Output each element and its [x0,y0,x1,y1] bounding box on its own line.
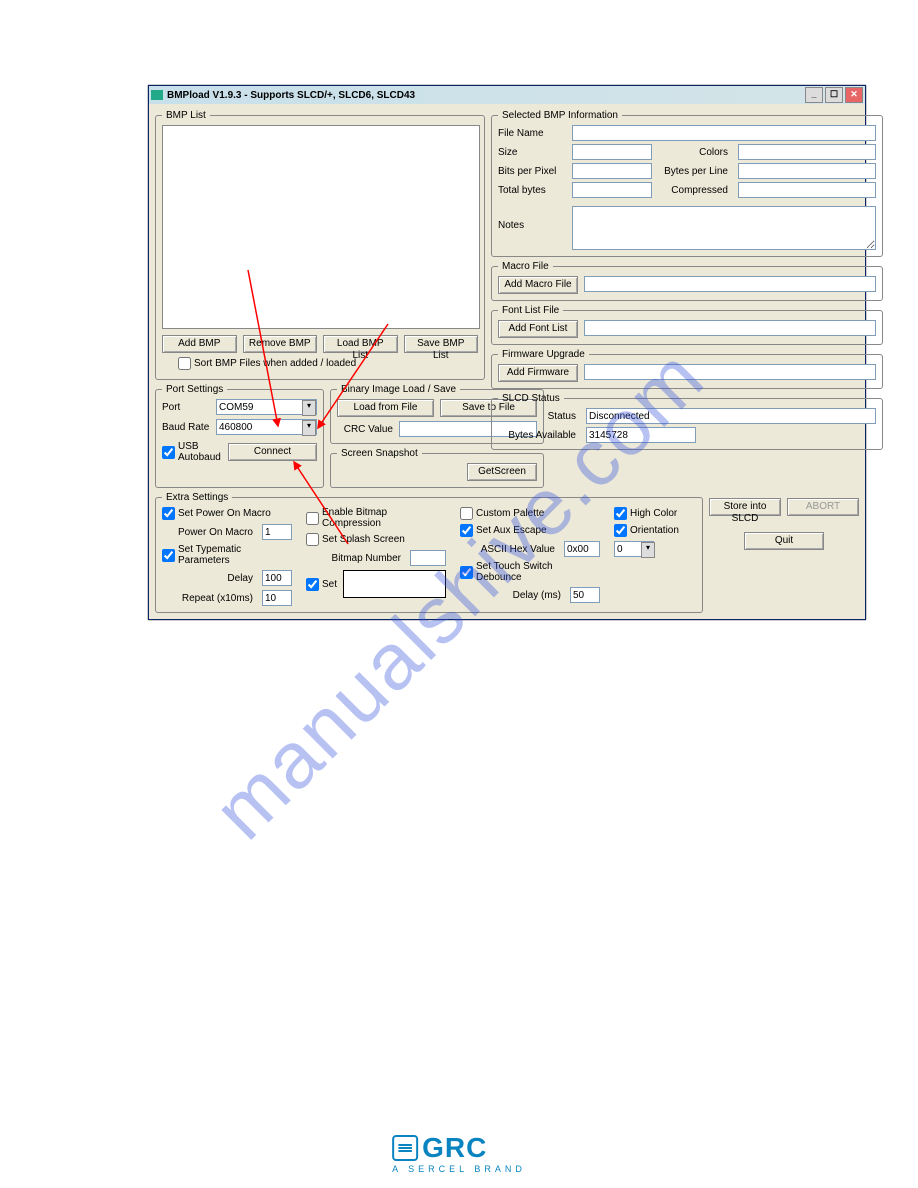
file-name-field [572,125,876,141]
notes-field[interactable] [572,206,876,250]
custom-palette-checkbox[interactable]: Custom Palette [460,507,600,520]
bitmap-num-label: Bitmap Number [306,553,401,564]
repeat-input[interactable] [262,590,292,606]
total-label: Total bytes [498,185,566,196]
set-checkbox[interactable]: Set [306,578,337,591]
firmware-file-field[interactable] [584,364,876,380]
status-legend: SLCD Status [498,393,564,404]
typematic-checkbox[interactable]: Set Typematic Parameters [162,544,292,566]
total-field [572,182,652,198]
load-bmp-list-button[interactable]: Load BMP List [323,335,398,353]
colors-field [738,144,876,160]
orientation-checkbox[interactable]: Orientation [614,524,684,537]
connect-button[interactable]: Connect [228,443,317,461]
extra-legend: Extra Settings [162,492,232,503]
port-label: Port [162,402,210,413]
font-legend: Font List File [498,305,563,316]
aux-escape-checkbox[interactable]: Set Aux Escape [460,524,600,537]
footer-logo: GRC A SERCEL BRAND [392,1132,526,1174]
app-window: BMPload V1.9.3 - Supports SLCD/+, SLCD6,… [148,85,866,620]
bpl-label: Bytes per Line [658,166,728,177]
status-label: Status [498,411,576,422]
status-field [586,408,876,424]
window-title: BMPload V1.9.3 - Supports SLCD/+, SLCD6,… [167,90,415,101]
delay-input[interactable] [262,570,292,586]
size-field [572,144,652,160]
logo-brand: GRC [422,1132,487,1164]
bytes-field [586,427,696,443]
file-name-label: File Name [498,128,566,139]
add-firmware-button[interactable]: Add Firmware [498,364,578,382]
titlebar: BMPload V1.9.3 - Supports SLCD/+, SLCD6,… [149,86,865,104]
store-button[interactable]: Store into SLCD [709,498,781,516]
chevron-down-icon[interactable]: ▾ [302,420,316,436]
macro-file-field[interactable] [584,276,876,292]
notes-label: Notes [498,206,566,231]
sort-bmp-checkbox[interactable]: Sort BMP Files when added / loaded [178,357,356,370]
bmp-listbox[interactable] [162,125,480,329]
add-font-button[interactable]: Add Font List [498,320,578,338]
repeat-label: Repeat (x10ms) [162,593,253,604]
compression-checkbox[interactable]: Enable Bitmap Compression [306,507,446,529]
extra-settings-group: Extra Settings Set Power On Macro Power … [155,492,703,613]
font-file-field[interactable] [584,320,876,336]
baud-label: Baud Rate [162,422,210,433]
binary-image-legend: Binary Image Load / Save [337,384,460,395]
touch-delay-input[interactable] [570,587,600,603]
power-macro-input[interactable] [262,524,292,540]
minimize-button[interactable]: _ [805,87,823,103]
bmp-info-group: Selected BMP Information File Name Size … [491,110,883,257]
bpp-label: Bits per Pixel [498,166,566,177]
colors-label: Colors [658,147,728,158]
port-settings-group: Port Settings Port ▾ Baud Rate [155,384,324,488]
bmp-list-group: BMP List Add BMP Remove BMP Load BMP Lis… [155,110,485,380]
compressed-field [738,182,876,198]
size-label: Size [498,147,566,158]
touch-delay-label: Delay (ms) [460,590,561,601]
logo-sub: A SERCEL BRAND [392,1164,526,1174]
chevron-down-icon[interactable]: ▾ [641,542,655,558]
crc-label: CRC Value [337,424,393,435]
power-on-macro-checkbox[interactable]: Set Power On Macro [162,507,292,520]
high-color-checkbox[interactable]: High Color [614,507,684,520]
bpp-field [572,163,652,179]
delay-label: Delay [162,573,253,584]
compressed-label: Compressed [658,185,728,196]
bpl-field [738,163,876,179]
macro-file-group: Macro File Add Macro File [491,261,883,301]
slcd-status-group: SLCD Status Status Bytes Available [491,393,883,450]
load-from-file-button[interactable]: Load from File [337,399,434,417]
add-bmp-button[interactable]: Add BMP [162,335,237,353]
usb-autobaud-checkbox[interactable]: USB Autobaud [162,441,222,463]
splash-checkbox[interactable]: Set Splash Screen [306,533,446,546]
bmp-info-legend: Selected BMP Information [498,110,622,121]
close-button[interactable]: ✕ [845,87,863,103]
bitmap-num-input[interactable] [410,550,446,566]
font-list-group: Font List File Add Font List [491,305,883,345]
add-macro-button[interactable]: Add Macro File [498,276,578,294]
ascii-label: ASCII Hex Value [460,544,555,555]
app-icon [151,90,163,100]
macro-legend: Macro File [498,261,553,272]
maximize-button[interactable]: ☐ [825,87,843,103]
quit-button[interactable]: Quit [744,532,824,550]
power-macro-label: Power On Macro [162,527,253,538]
save-bmp-list-button[interactable]: Save BMP List [404,335,479,353]
abort-button[interactable]: ABORT [787,498,859,516]
ascii-input[interactable] [564,541,600,557]
snapshot-legend: Screen Snapshot [337,448,422,459]
firmware-legend: Firmware Upgrade [498,349,589,360]
set-preview-box [343,570,446,598]
waves-icon [392,1135,418,1161]
chevron-down-icon[interactable]: ▾ [302,400,316,416]
port-settings-legend: Port Settings [162,384,227,395]
firmware-group: Firmware Upgrade Add Firmware [491,349,883,389]
remove-bmp-button[interactable]: Remove BMP [243,335,318,353]
bytes-label: Bytes Available [498,430,576,441]
touch-debounce-checkbox[interactable]: Set Touch Switch Debounce [460,561,600,583]
bmp-list-legend: BMP List [162,110,210,121]
